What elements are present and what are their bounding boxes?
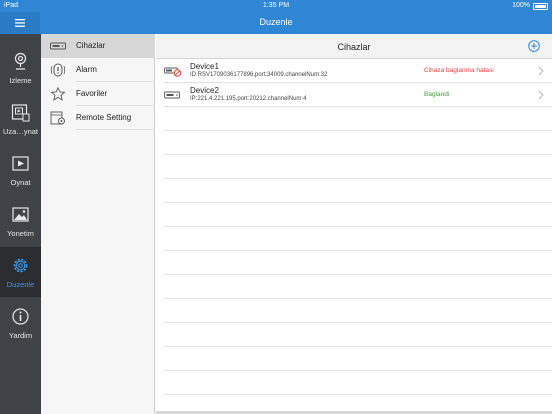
remote-playback-icon [11, 104, 30, 122]
tab-label: Uza…ynat [2, 127, 38, 136]
divider [164, 106, 552, 107]
battery-icon [533, 3, 548, 10]
tab-yardim[interactable]: Yardim [0, 298, 41, 348]
tab-uzaktan-oynat[interactable]: Uza…ynat [0, 94, 41, 144]
device-info: ID:RSV1709036177896,port:34009,channelNu… [190, 72, 328, 78]
divider [164, 178, 552, 179]
submenu-item-cihazlar[interactable]: Cihazlar [41, 34, 155, 58]
divider [164, 154, 552, 155]
tab-yonetim[interactable]: Yonetim [0, 196, 41, 246]
gear-icon [13, 258, 28, 273]
chevron-right-icon [538, 90, 544, 100]
device-name: Device2 [190, 86, 219, 95]
divider [164, 394, 552, 395]
tab-label: Izleme [9, 76, 32, 85]
divider [164, 202, 552, 203]
tab-label: Yardim [8, 331, 33, 340]
battery-label: 100% [512, 2, 530, 9]
submenu-label: Favoriler [76, 89, 108, 98]
tab-label: Duzenle [6, 280, 35, 289]
page-title: Duzenle [259, 17, 293, 27]
device-icon [50, 42, 66, 50]
submenu-item-favoriler[interactable]: Favoriler [41, 82, 155, 106]
status-bar: iPad 1:35 PM 100% [0, 0, 552, 12]
tab-bar: Izleme Uza…ynat Oynat Yonetim Duzenle Ya… [0, 34, 41, 414]
chevron-right-icon [538, 66, 544, 76]
plus-circle-icon[interactable] [528, 40, 540, 52]
device-status: Cihaza baglanma hatasi [424, 67, 494, 74]
submenu-label: Cihazlar [76, 41, 106, 50]
divider [164, 346, 552, 347]
image-icon [12, 207, 29, 222]
submenu-label: Remote Setting [76, 113, 132, 122]
device-offline-icon [164, 67, 182, 77]
device-status: Baglandi [424, 91, 450, 98]
divider [164, 130, 552, 131]
submenu-label: Alarm [76, 65, 97, 74]
submenu-item-alarm[interactable]: Alarm [41, 58, 155, 82]
playback-icon [12, 156, 29, 171]
submenu-item-remote-setting[interactable]: Remote Setting [41, 106, 155, 130]
tab-duzenle[interactable]: Duzenle [0, 247, 41, 297]
divider [76, 129, 155, 130]
top-nav-bar: Duzenle [0, 12, 552, 34]
tab-oynat[interactable]: Oynat [0, 145, 41, 195]
divider [164, 226, 552, 227]
divider [164, 250, 552, 251]
devices-panel: Cihazlar Device1 ID:RSV1709036177896,por… [156, 34, 552, 414]
tab-izleme[interactable]: Izleme [0, 43, 41, 93]
tab-label: Oynat [10, 178, 31, 187]
device-name: Device1 [190, 62, 219, 71]
divider [164, 298, 552, 299]
settings-submenu: Cihazlar Alarm Favoriler Remote Setting [41, 34, 155, 414]
star-icon [50, 87, 66, 101]
alarm-icon [50, 63, 66, 77]
info-icon [12, 308, 29, 325]
device-info: IP:221.4.221.195,port:20212,channelNum:4 [190, 96, 307, 102]
device-row-2[interactable]: Device2 IP:221.4.221.195,port:20212,chan… [156, 83, 552, 107]
divider [164, 322, 552, 323]
panel-title: Cihazlar [337, 42, 371, 52]
camera-icon [14, 52, 27, 70]
tab-label: Yonetim [7, 229, 34, 238]
device-row-1[interactable]: Device1 ID:RSV1709036177896,port:34009,c… [156, 59, 552, 83]
remote-setting-icon [50, 111, 65, 125]
divider [164, 274, 552, 275]
clock-label: 1:35 PM [262, 2, 290, 9]
divider [164, 370, 552, 371]
device-icon [164, 91, 180, 99]
panel-header: Cihazlar [156, 34, 552, 59]
